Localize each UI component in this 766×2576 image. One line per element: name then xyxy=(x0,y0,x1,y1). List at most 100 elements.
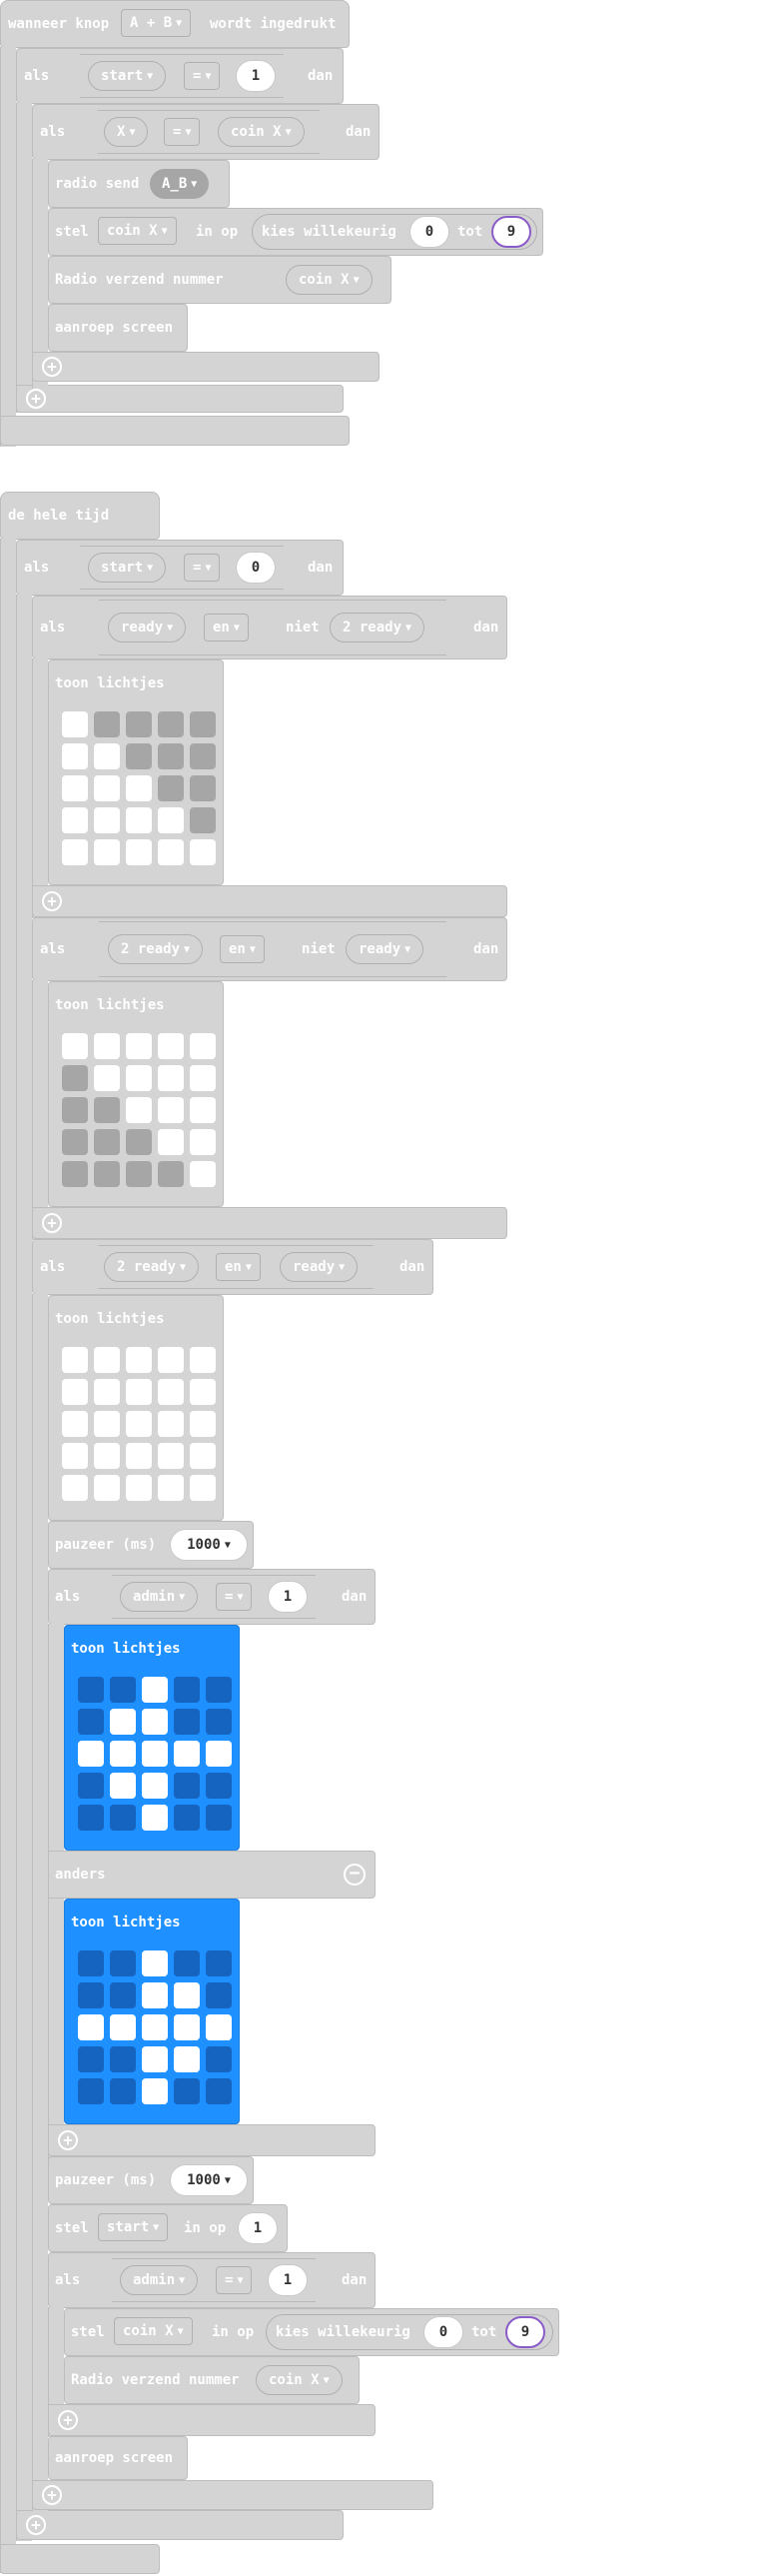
led-1-1-on[interactable] xyxy=(94,1065,120,1091)
plus-icon[interactable]: + xyxy=(58,2410,78,2430)
led-2-3-on[interactable] xyxy=(158,1097,184,1123)
led-3-1-on[interactable] xyxy=(94,1443,120,1469)
logic-dropdown[interactable]: en ▼ xyxy=(216,1253,261,1281)
led-1-2-off[interactable] xyxy=(126,743,152,769)
led-2-0-on[interactable] xyxy=(62,1411,88,1437)
led-3-0-on[interactable] xyxy=(62,1443,88,1469)
led-2-1-off[interactable] xyxy=(94,1097,120,1123)
led-3-0-off[interactable] xyxy=(78,1773,104,1799)
led-0-1-on[interactable] xyxy=(94,1347,120,1373)
led-0-2-on[interactable] xyxy=(142,1677,168,1703)
led-1-2-on[interactable] xyxy=(142,1982,168,2008)
led-3-2-on[interactable] xyxy=(126,807,152,833)
led-2-4-on[interactable] xyxy=(206,1741,232,1767)
led-3-2-off[interactable] xyxy=(126,1129,152,1155)
led-2-2-on[interactable] xyxy=(126,1411,152,1437)
variable-ready[interactable]: ready ▼ xyxy=(108,613,187,643)
led-0-3-on[interactable] xyxy=(158,1033,184,1059)
led-1-4-off[interactable] xyxy=(190,743,216,769)
led-2-1-on[interactable] xyxy=(94,775,120,801)
led-1-3-off[interactable] xyxy=(158,743,184,769)
led-2-2-on[interactable] xyxy=(126,775,152,801)
led-4-0-on[interactable] xyxy=(62,1475,88,1501)
minus-icon[interactable]: − xyxy=(344,1864,366,1886)
number-input[interactable]: 1 xyxy=(268,2264,308,2296)
led-1-0-on[interactable] xyxy=(62,743,88,769)
led-3-1-on[interactable] xyxy=(110,1773,136,1799)
led-4-0-off[interactable] xyxy=(78,2078,104,2104)
variable-ready[interactable]: ready ▼ xyxy=(280,1252,359,1282)
led-1-2-on[interactable] xyxy=(126,1379,152,1405)
led-2-2-on[interactable] xyxy=(142,2014,168,2040)
led-3-1-on[interactable] xyxy=(94,807,120,833)
led-4-4-off[interactable] xyxy=(206,2078,232,2104)
plus-icon[interactable]: + xyxy=(42,2485,62,2505)
led-2-0-on[interactable] xyxy=(78,1741,104,1767)
led-1-0-off[interactable] xyxy=(62,1065,88,1091)
variable-coin-x[interactable]: coin X ▼ xyxy=(256,2365,343,2395)
led-2-4-off[interactable] xyxy=(190,775,216,801)
led-3-3-on[interactable] xyxy=(158,1443,184,1469)
led-0-2-off[interactable] xyxy=(126,711,152,737)
operator-dropdown[interactable]: = ▼ xyxy=(216,2266,253,2294)
led-1-0-off[interactable] xyxy=(78,1709,104,1735)
led-4-1-off[interactable] xyxy=(94,1161,120,1187)
led-0-0-on[interactable] xyxy=(62,711,88,737)
led-2-0-on[interactable] xyxy=(78,2014,104,2040)
variable-start[interactable]: start ▼ xyxy=(88,61,167,91)
led-1-1-on[interactable] xyxy=(94,743,120,769)
led-0-0-on[interactable] xyxy=(62,1033,88,1059)
led-2-3-off[interactable] xyxy=(158,775,184,801)
variable-2-ready[interactable]: 2 ready ▼ xyxy=(104,1252,200,1282)
led-1-3-off[interactable] xyxy=(174,1709,200,1735)
led-3-2-on[interactable] xyxy=(142,1773,168,1799)
led-2-4-on[interactable] xyxy=(190,1411,216,1437)
led-0-1-on[interactable] xyxy=(94,1033,120,1059)
led-grid[interactable] xyxy=(78,1950,232,2104)
led-1-3-on[interactable] xyxy=(158,1065,184,1091)
led-4-2-on[interactable] xyxy=(142,2078,168,2104)
led-3-4-off[interactable] xyxy=(206,1773,232,1799)
variable-2-ready[interactable]: 2 ready ▼ xyxy=(330,613,425,643)
led-4-3-on[interactable] xyxy=(158,839,184,865)
led-0-4-on[interactable] xyxy=(190,1033,216,1059)
led-grid[interactable] xyxy=(62,711,216,865)
variable-ready[interactable]: ready ▼ xyxy=(346,934,424,964)
operator-dropdown[interactable]: = ▼ xyxy=(184,554,221,582)
plus-icon[interactable]: + xyxy=(26,2515,46,2535)
pause-dropdown[interactable]: 1000 ▼ xyxy=(170,1529,248,1561)
led-4-2-on[interactable] xyxy=(142,1805,168,1831)
led-1-4-on[interactable] xyxy=(190,1065,216,1091)
variable-coin-x[interactable]: coin X ▼ xyxy=(218,117,305,147)
button-dropdown[interactable]: A + B ▼ xyxy=(121,9,192,37)
led-4-3-off[interactable] xyxy=(174,1805,200,1831)
led-2-3-on[interactable] xyxy=(174,1741,200,1767)
number-input[interactable]: 1 xyxy=(238,2212,278,2244)
operator-dropdown[interactable]: = ▼ xyxy=(216,1583,253,1611)
random-max-input[interactable]: 9 xyxy=(491,216,531,248)
led-2-4-on[interactable] xyxy=(206,2014,232,2040)
led-2-0-off[interactable] xyxy=(62,1097,88,1123)
variable-admin[interactable]: admin ▼ xyxy=(120,2265,199,2295)
led-0-4-on[interactable] xyxy=(190,1347,216,1373)
led-1-4-off[interactable] xyxy=(206,1709,232,1735)
led-4-3-off[interactable] xyxy=(158,1161,184,1187)
logic-dropdown[interactable]: en ▼ xyxy=(220,935,265,963)
led-0-0-on[interactable] xyxy=(62,1347,88,1373)
led-2-3-on[interactable] xyxy=(174,2014,200,2040)
led-0-2-on[interactable] xyxy=(126,1347,152,1373)
led-1-2-on[interactable] xyxy=(126,1065,152,1091)
led-0-3-on[interactable] xyxy=(158,1347,184,1373)
led-2-2-on[interactable] xyxy=(126,1097,152,1123)
led-3-3-on[interactable] xyxy=(174,2046,200,2072)
variable-x[interactable]: X ▼ xyxy=(104,117,149,147)
led-4-1-on[interactable] xyxy=(94,1475,120,1501)
led-1-0-off[interactable] xyxy=(78,1982,104,2008)
led-4-3-off[interactable] xyxy=(174,2078,200,2104)
led-0-2-on[interactable] xyxy=(126,1033,152,1059)
led-1-1-on[interactable] xyxy=(110,1709,136,1735)
led-2-3-on[interactable] xyxy=(158,1411,184,1437)
led-0-0-off[interactable] xyxy=(78,1950,104,1976)
led-grid[interactable] xyxy=(62,1033,216,1187)
message-dropdown[interactable]: A_B ▼ xyxy=(150,169,210,199)
